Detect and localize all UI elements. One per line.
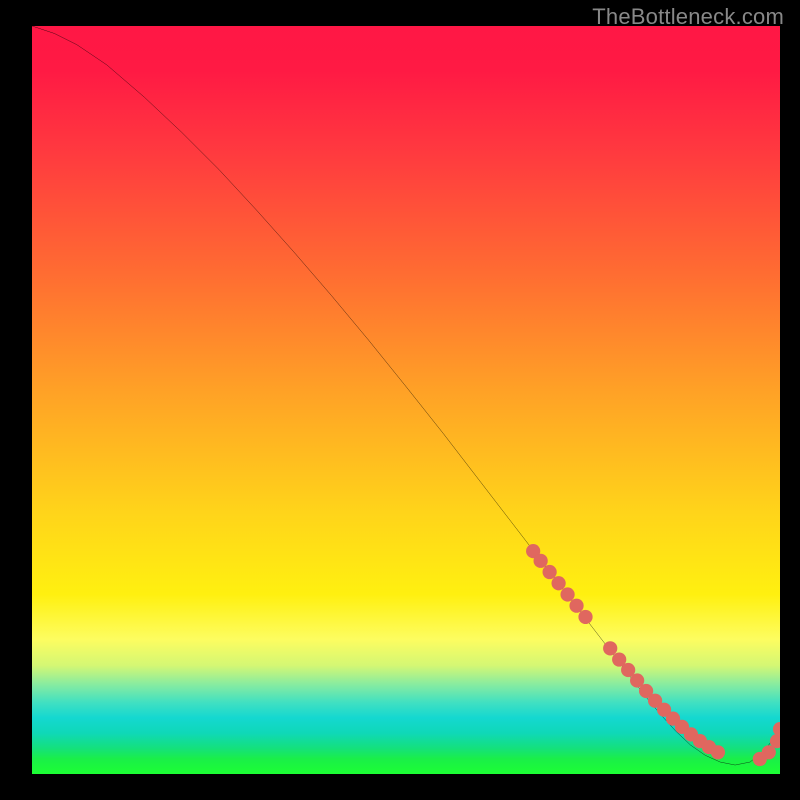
data-dot: [551, 576, 565, 590]
plot-area: [32, 26, 780, 774]
data-dots: [526, 544, 780, 766]
curve-line: [32, 26, 780, 765]
data-dot: [773, 722, 780, 736]
data-dot: [578, 610, 592, 624]
data-dot: [569, 599, 583, 613]
data-dot: [534, 554, 548, 568]
chart-stage: TheBottleneck.com: [0, 0, 800, 800]
chart-svg: [32, 26, 780, 774]
data-dot: [603, 641, 617, 655]
data-dot: [711, 745, 725, 759]
data-dot: [543, 565, 557, 579]
data-dot: [560, 587, 574, 601]
